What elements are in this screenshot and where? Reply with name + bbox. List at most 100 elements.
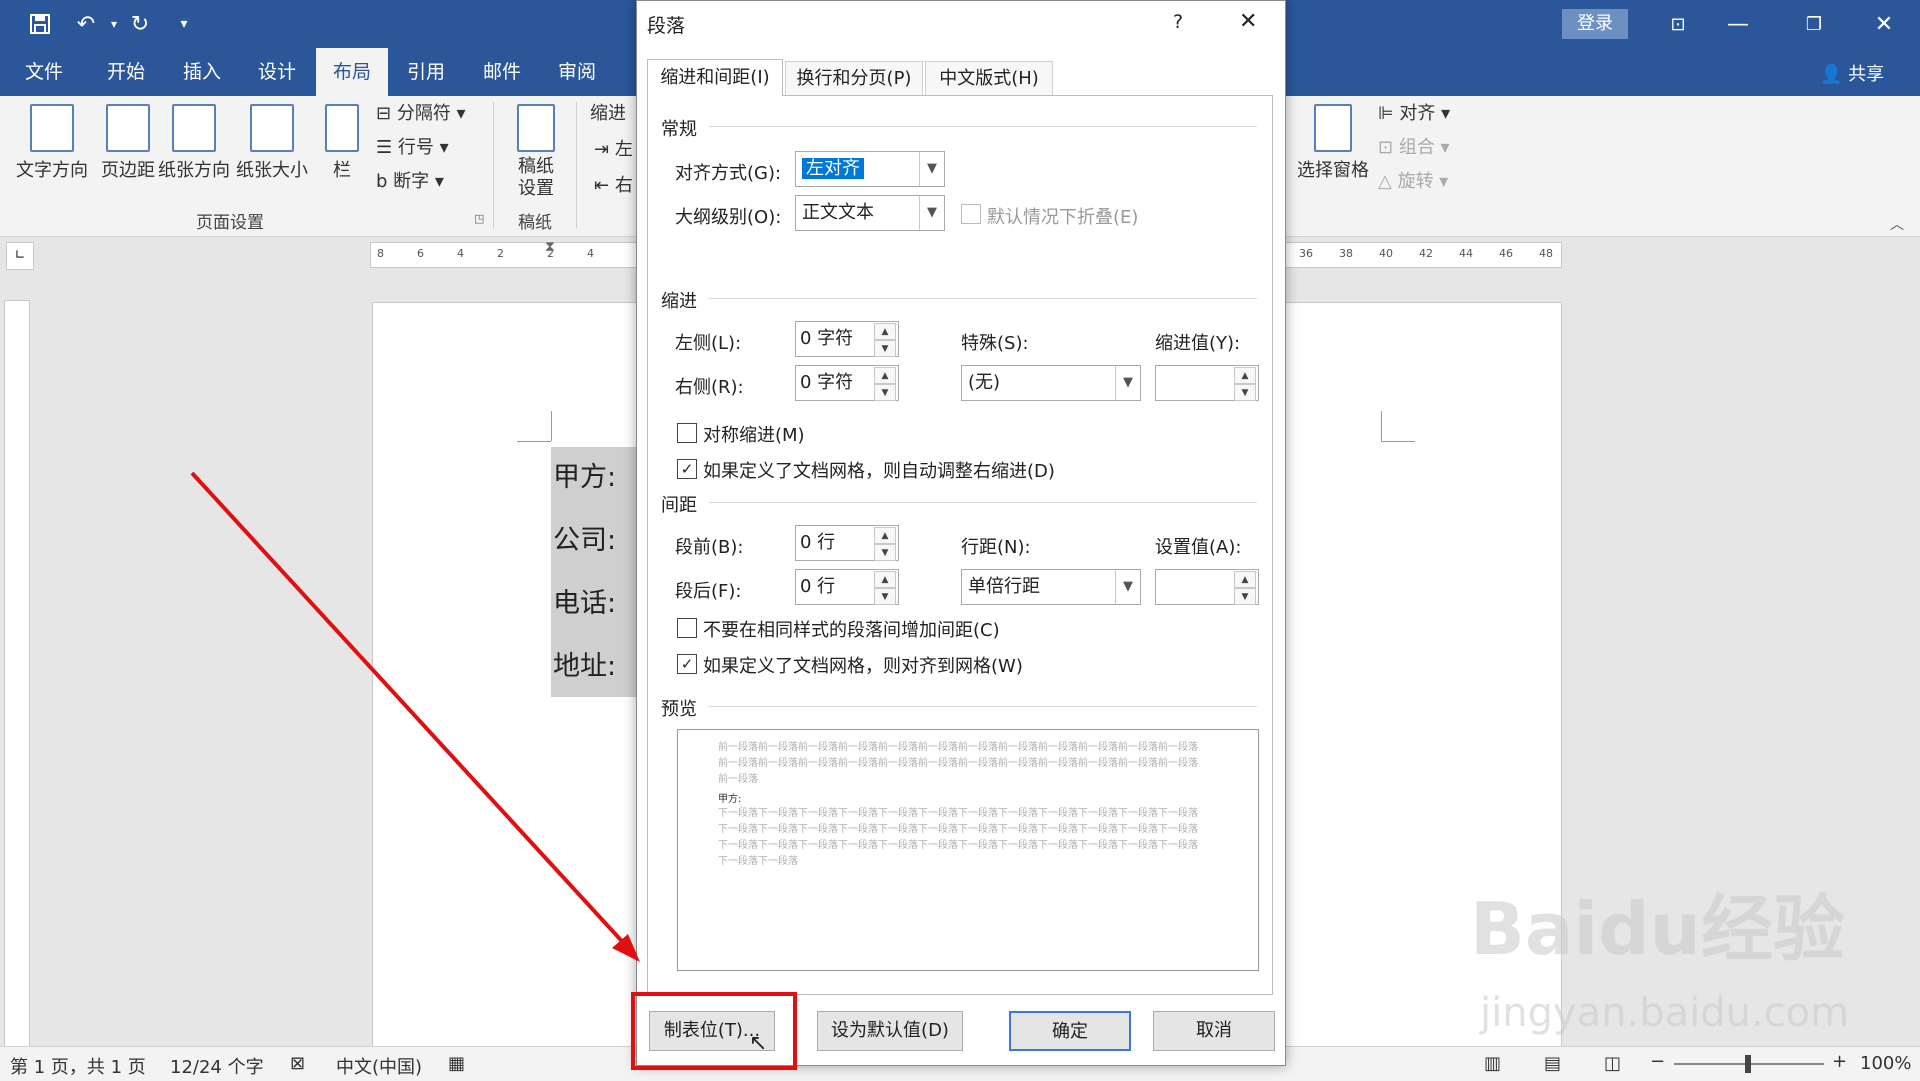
orientation-button[interactable]: 纸张方向: [156, 104, 232, 182]
close-window-icon[interactable]: ✕: [1866, 6, 1902, 42]
spacing-at-input[interactable]: ▲ ▼: [1155, 569, 1259, 605]
indent-by-input[interactable]: ▲ ▼: [1155, 365, 1259, 401]
macro-icon[interactable]: ▦: [448, 1053, 465, 1074]
manuscript-icon: [517, 104, 555, 152]
ruler-tick: 38: [1339, 247, 1353, 260]
tab-review[interactable]: 审阅: [545, 48, 609, 96]
indent-by-label: 缩进值(Y):: [1155, 333, 1241, 354]
section-divider: [709, 706, 1257, 707]
tab-layout[interactable]: 布局: [316, 48, 388, 96]
tab-indents-spacing[interactable]: 缩进和间距(I): [647, 59, 783, 96]
web-layout-icon[interactable]: ◫: [1604, 1053, 1621, 1074]
align-icon: ⊫: [1378, 103, 1394, 124]
ok-button[interactable]: 确定: [1009, 1011, 1131, 1051]
hyphenation-button[interactable]: b 断字 ▾: [376, 168, 444, 196]
special-indent-label: 特殊(S):: [961, 333, 1029, 354]
spin-down-icon[interactable]: ▼: [874, 588, 896, 605]
spin-down-icon[interactable]: ▼: [874, 384, 896, 401]
tab-asian-typography[interactable]: 中文版式(H): [925, 61, 1053, 96]
print-layout-icon[interactable]: ▤: [1544, 1053, 1561, 1074]
indent-marker-icon[interactable]: ⧗: [545, 239, 555, 255]
collapse-checkbox[interactable]: [961, 204, 981, 224]
tab-insert[interactable]: 插入: [170, 48, 234, 96]
save-icon[interactable]: [22, 6, 58, 42]
spin-down-icon[interactable]: ▼: [1234, 384, 1256, 401]
vertical-ruler[interactable]: [4, 300, 30, 1047]
ribbon-divider: [576, 102, 577, 228]
no-space-same-style-checkbox[interactable]: [677, 618, 697, 638]
login-button[interactable]: 登录: [1562, 9, 1628, 39]
close-dialog-button[interactable]: ✕: [1239, 9, 1257, 34]
indent-left-control[interactable]: ⇥ 左: [594, 136, 633, 164]
tab-line-page-breaks[interactable]: 换行和分页(P): [785, 61, 923, 96]
customize-quick-access-icon[interactable]: ▾: [166, 6, 202, 42]
chevron-down-icon: ▼: [919, 196, 944, 230]
set-default-button[interactable]: 设为默认值(D): [817, 1011, 963, 1051]
manuscript-group-label: 稿纸: [518, 213, 552, 233]
text-direction-button[interactable]: 文字方向: [12, 104, 92, 182]
auto-adjust-indent-checkbox[interactable]: ✓: [677, 459, 697, 479]
zoom-slider-thumb[interactable]: [1745, 1055, 1751, 1073]
margins-icon: [106, 104, 150, 152]
section-divider: [709, 502, 1257, 503]
spin-down-icon[interactable]: ▼: [1234, 588, 1256, 605]
collapse-label: 默认情况下折叠(E): [987, 207, 1139, 228]
no-space-same-style-label: 不要在相同样式的段落间增加间距(C): [703, 620, 1000, 641]
special-indent-select[interactable]: (无) ▼: [961, 365, 1141, 401]
size-button[interactable]: 纸张大小: [234, 104, 310, 182]
share-button[interactable]: 👤 共享: [1820, 60, 1884, 86]
manuscript-setup-button[interactable]: 稿纸 设置: [508, 104, 564, 200]
zoom-out-icon[interactable]: −: [1650, 1051, 1665, 1072]
rotate-button[interactable]: △ 旋转 ▾: [1378, 168, 1448, 196]
line-spacing-select[interactable]: 单倍行距 ▼: [961, 569, 1141, 605]
page-setup-launcher-icon[interactable]: ◳: [474, 212, 484, 225]
space-before-input[interactable]: 0 行 ▲ ▼: [795, 525, 899, 561]
snap-to-grid-checkbox[interactable]: ✓: [677, 654, 697, 674]
page-count[interactable]: 第 1 页，共 1 页: [10, 1053, 146, 1079]
person-icon: 👤: [1820, 64, 1843, 85]
align-button[interactable]: ⊫ 对齐 ▾: [1378, 100, 1450, 128]
spin-down-icon[interactable]: ▼: [874, 544, 896, 561]
tab-home[interactable]: 开始: [94, 48, 158, 96]
outline-level-select[interactable]: 正文文本 ▼: [795, 195, 945, 231]
outline-level-label: 大纲级别(O):: [675, 207, 782, 228]
preview-box: 前一段落前一段落前一段落前一段落前一段落前一段落前一段落前一段落前一段落前一段落…: [677, 729, 1259, 971]
ribbon-display-options-icon[interactable]: ⊡: [1660, 6, 1696, 42]
space-after-input[interactable]: 0 行 ▲ ▼: [795, 569, 899, 605]
group-button[interactable]: ⊡ 组合 ▾: [1378, 134, 1450, 162]
rotate-icon: △: [1378, 171, 1392, 192]
cancel-button[interactable]: 取消: [1153, 1011, 1275, 1051]
columns-button[interactable]: 栏: [322, 104, 362, 182]
word-count[interactable]: 12/24 个字: [170, 1053, 264, 1079]
zoom-level[interactable]: 100%: [1860, 1053, 1911, 1074]
doc-line: 甲方:: [553, 462, 617, 493]
tab-design[interactable]: 设计: [245, 48, 309, 96]
ribbon-divider: [493, 102, 494, 228]
selection-pane-button[interactable]: 选择窗格: [1290, 104, 1376, 182]
alignment-select[interactable]: 左对齐 ▼: [795, 151, 945, 187]
indent-label: 缩进: [590, 103, 626, 124]
watermark-logo: Baidu经验: [1470, 887, 1845, 971]
tab-file[interactable]: 文件: [14, 48, 74, 96]
margins-button[interactable]: 页边距: [94, 104, 162, 182]
line-spacing-label: 行距(N):: [961, 537, 1031, 558]
spin-down-icon[interactable]: ▼: [874, 340, 896, 357]
proofing-icon[interactable]: ⊠: [290, 1053, 305, 1074]
breaks-button[interactable]: ⊟ 分隔符 ▾: [376, 100, 466, 128]
redo-icon[interactable]: ↻: [122, 6, 158, 42]
tab-selector-icon[interactable]: ∟: [6, 242, 34, 270]
left-indent-input[interactable]: 0 字符 ▲ ▼: [795, 321, 899, 357]
indent-right-control[interactable]: ⇤ 右: [594, 172, 633, 200]
tab-references[interactable]: 引用: [394, 48, 458, 96]
minimize-icon[interactable]: —: [1720, 6, 1756, 42]
help-button[interactable]: ?: [1173, 11, 1183, 33]
collapse-ribbon-icon[interactable]: ︿: [1890, 214, 1904, 234]
restore-icon[interactable]: ❐: [1796, 6, 1832, 42]
language-indicator[interactable]: 中文(中国): [336, 1053, 422, 1079]
tab-mailings[interactable]: 邮件: [470, 48, 534, 96]
read-mode-icon[interactable]: ▥: [1484, 1053, 1501, 1074]
line-numbers-button[interactable]: ☰ 行号 ▾: [376, 134, 449, 162]
mirror-indents-checkbox[interactable]: [677, 423, 697, 443]
right-indent-input[interactable]: 0 字符 ▲ ▼: [795, 365, 899, 401]
zoom-in-icon[interactable]: +: [1832, 1051, 1847, 1072]
